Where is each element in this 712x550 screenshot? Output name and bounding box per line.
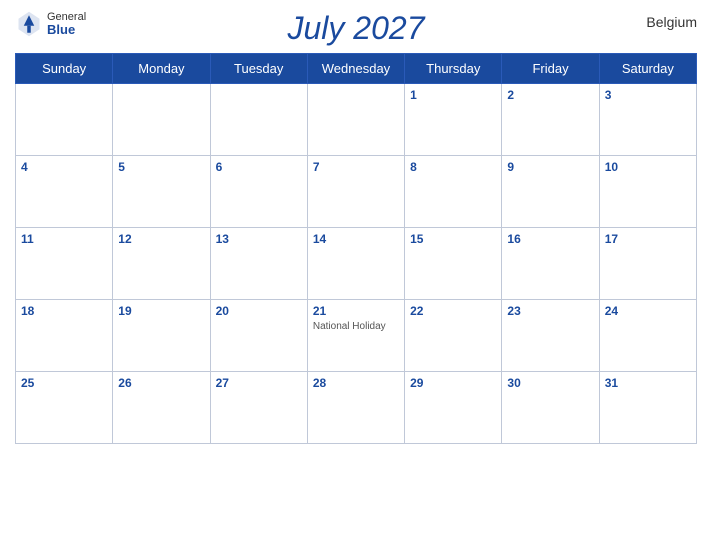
calendar-cell: 25 [16,372,113,444]
calendar-cell: 31 [599,372,696,444]
day-number: 4 [21,160,107,174]
day-number: 25 [21,376,107,390]
calendar-cell: 28 [307,372,404,444]
day-number: 8 [410,160,496,174]
day-number: 22 [410,304,496,318]
weekday-header-wednesday: Wednesday [307,54,404,84]
day-number: 11 [21,232,107,246]
day-number: 19 [118,304,204,318]
weekday-header-monday: Monday [113,54,210,84]
calendar-cell: 21 National Holiday [307,300,404,372]
calendar-cell: 26 [113,372,210,444]
day-number: 26 [118,376,204,390]
day-number: 9 [507,160,593,174]
calendar-cell: 2 [502,84,599,156]
day-number: 23 [507,304,593,318]
weekday-header-saturday: Saturday [599,54,696,84]
calendar-cell: 30 [502,372,599,444]
day-number: 20 [216,304,302,318]
logo-area: General Blue [15,10,86,38]
day-number: 6 [216,160,302,174]
day-number: 16 [507,232,593,246]
calendar-week-row: 123 [16,84,697,156]
day-number: 15 [410,232,496,246]
day-number: 21 [313,304,399,318]
calendar-cell: 14 [307,228,404,300]
calendar-cell: 19 [113,300,210,372]
day-number: 5 [118,160,204,174]
day-number: 1 [410,88,496,102]
calendar-cell: 13 [210,228,307,300]
calendar-cell: 22 [405,300,502,372]
day-number: 12 [118,232,204,246]
calendar-cell: 9 [502,156,599,228]
event-text: National Holiday [313,320,399,333]
calendar-cell [307,84,404,156]
day-number: 31 [605,376,691,390]
generalblue-logo-icon [15,10,43,38]
calendar-cell: 6 [210,156,307,228]
calendar-cell: 8 [405,156,502,228]
weekday-header-thursday: Thursday [405,54,502,84]
weekday-header-sunday: Sunday [16,54,113,84]
calendar-week-row: 11 12 13 14 15 16 17 [16,228,697,300]
day-number: 14 [313,232,399,246]
calendar-cell: 29 [405,372,502,444]
calendar-week-row: 25 26 27 28 29 30 31 [16,372,697,444]
calendar-header: General Blue July 2027 Belgium [15,10,697,47]
calendar-table: SundayMondayTuesdayWednesdayThursdayFrid… [15,53,697,444]
calendar-cell [16,84,113,156]
calendar-cell: 20 [210,300,307,372]
calendar-cell: 5 [113,156,210,228]
calendar-cell: 16 [502,228,599,300]
calendar-cell: 15 [405,228,502,300]
calendar-cell [210,84,307,156]
calendar-cell: 4 [16,156,113,228]
calendar-cell: 17 [599,228,696,300]
day-number: 10 [605,160,691,174]
day-number: 17 [605,232,691,246]
calendar-cell: 7 [307,156,404,228]
calendar-cell: 18 [16,300,113,372]
calendar-cell: 24 [599,300,696,372]
calendar-cell: 23 [502,300,599,372]
calendar-cell: 11 [16,228,113,300]
calendar-container: General Blue July 2027 Belgium SundayMon… [0,0,712,550]
day-number: 7 [313,160,399,174]
day-number: 24 [605,304,691,318]
day-number: 2 [507,88,593,102]
country-label: Belgium [646,14,697,30]
day-number: 30 [507,376,593,390]
calendar-cell: 12 [113,228,210,300]
weekday-header-friday: Friday [502,54,599,84]
calendar-week-row: 18 19 20 21 National Holiday 22 23 24 [16,300,697,372]
day-number: 3 [605,88,691,102]
calendar-cell: 3 [599,84,696,156]
month-title: July 2027 [288,10,425,47]
calendar-cell: 10 [599,156,696,228]
calendar-cell: 27 [210,372,307,444]
day-number: 29 [410,376,496,390]
day-number: 28 [313,376,399,390]
calendar-cell: 1 [405,84,502,156]
calendar-week-row: 456789 10 [16,156,697,228]
weekday-header-tuesday: Tuesday [210,54,307,84]
logo-blue: Blue [47,23,86,37]
day-number: 18 [21,304,107,318]
day-number: 27 [216,376,302,390]
logo-text: General Blue [47,11,86,37]
day-number: 13 [216,232,302,246]
calendar-cell [113,84,210,156]
weekday-header-row: SundayMondayTuesdayWednesdayThursdayFrid… [16,54,697,84]
